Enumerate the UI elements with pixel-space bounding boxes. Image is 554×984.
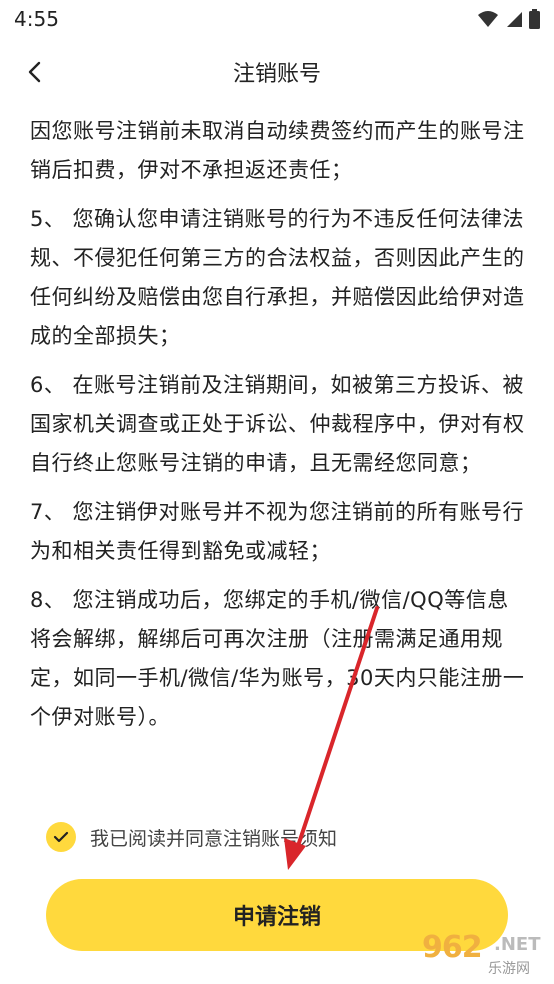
watermark-suffix: .NET [494,934,541,955]
clause-list: 因您账号注销前未取消自动续费签约而产生的账号注销后扣费，伊对不承担返还责任； 5… [30,112,530,747]
watermark-subtitle: 乐游网 [488,961,530,977]
clause-5: 5、 您确认您申请注销账号的行为不违反任何法律法规、不侵犯任何第三方的合法权益，… [30,207,525,348]
watermark-logo: 962 .NET 乐游网 [412,928,552,982]
nav-bar: 注销账号 [0,38,554,106]
status-time: 4:55 [14,7,59,31]
agree-checkbox[interactable] [46,822,76,852]
agreement-content[interactable]: 因您账号注销前未取消自动续费签约而产生的账号注销后扣费，伊对不承担返还责任； 5… [30,104,530,794]
status-bar: 4:55 [0,0,554,38]
back-button[interactable] [14,52,54,92]
watermark-number: 962 [422,930,483,965]
clause-6: 6、 在账号注销前及注销期间，如被第三方投诉、被国家机关调查或正处于诉讼、仲裁程… [30,373,525,475]
signal-icon [507,12,522,27]
wifi-icon [478,11,498,27]
clause-partial: 因您账号注销前未取消自动续费签约而产生的账号注销后扣费，伊对不承担返还责任； [30,119,525,182]
clause-7: 7、 您注销伊对账号并不视为您注销前的所有账号行为和相关责任得到豁免或减轻； [30,500,525,563]
page-title: 注销账号 [232,62,321,87]
agreement-row[interactable]: 我已阅读并同意注销账号须知 [46,822,337,852]
battery-icon [529,9,540,29]
status-icons [477,9,540,29]
check-icon [53,831,69,843]
clause-8: 8、 您注销成功后，您绑定的手机/微信/QQ等信息将会解绑，解绑后可再次注册（注… [30,588,525,729]
agree-label: 我已阅读并同意注销账号须知 [90,827,338,850]
chevron-left-icon [28,61,41,83]
